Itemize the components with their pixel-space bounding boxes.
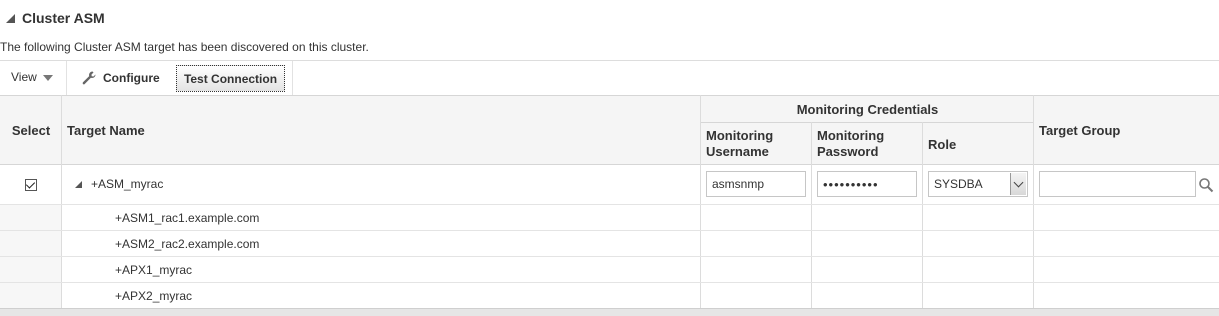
toolbar-divider <box>292 61 293 95</box>
configure-label: Configure <box>103 71 160 85</box>
checkbox-checked-icon <box>25 179 36 189</box>
section-title: Cluster ASM <box>22 10 105 26</box>
collapse-triangle-icon[interactable] <box>6 13 15 23</box>
row-select-checkbox[interactable] <box>25 179 37 191</box>
row-divider <box>0 230 1219 231</box>
child-target-name: +APX2_myrac <box>115 289 193 303</box>
row-divider <box>0 204 1219 205</box>
header-monitoring-password: Monitoring Password <box>817 128 885 159</box>
column-divider <box>61 95 62 308</box>
role-select-dropdown-button[interactable] <box>1010 173 1026 195</box>
section-header[interactable]: Cluster ASM <box>6 9 105 27</box>
row-divider <box>0 282 1219 283</box>
row-divider <box>0 256 1219 257</box>
header-divider <box>701 122 1034 123</box>
parent-target-name: +ASM_myrac <box>91 177 164 191</box>
wrench-icon <box>82 71 96 85</box>
target-group-input[interactable] <box>1039 171 1196 197</box>
header-role: Role <box>928 137 957 152</box>
monitoring-username-value: asmsnmp <box>712 177 765 191</box>
collapse-triangle-icon[interactable] <box>75 181 82 188</box>
view-menu-label: View <box>11 70 37 84</box>
child-target-name: +ASM2_rac2.example.com <box>115 237 260 251</box>
role-select[interactable]: SYSDBA <box>928 171 1028 197</box>
role-select-value: SYSDBA <box>934 177 983 191</box>
column-divider <box>1033 95 1034 308</box>
monitoring-password-input[interactable]: •••••••••• <box>817 171 917 197</box>
header-target-name[interactable]: Target Name <box>67 123 145 138</box>
search-icon[interactable] <box>1198 177 1214 193</box>
chevron-down-icon <box>1013 177 1024 187</box>
view-menu-button[interactable]: View <box>11 70 53 84</box>
child-target-name: +ASM1_rac1.example.com <box>115 211 260 225</box>
column-divider <box>811 122 812 308</box>
test-connection-button[interactable]: Test Connection <box>176 65 285 92</box>
column-divider <box>922 122 923 308</box>
header-monitoring-credentials: Monitoring Credentials <box>796 102 939 117</box>
toolbar-divider <box>66 61 67 95</box>
monitoring-password-value: •••••••••• <box>823 176 879 192</box>
section-description: The following Cluster ASM target has bee… <box>0 40 369 54</box>
child-target-name: +APX1_myrac <box>115 263 193 277</box>
configure-button[interactable]: Configure <box>81 70 160 86</box>
header-select: Select <box>11 123 51 138</box>
table-header <box>0 95 1219 165</box>
header-target-group: Target Group <box>1039 123 1121 138</box>
header-monitoring-username: Monitoring Username <box>706 128 774 159</box>
chevron-down-icon <box>42 75 53 81</box>
column-divider <box>700 95 701 308</box>
monitoring-username-input[interactable]: asmsnmp <box>706 171 806 197</box>
table-toolbar: View Configure Test Connection <box>0 60 1219 95</box>
